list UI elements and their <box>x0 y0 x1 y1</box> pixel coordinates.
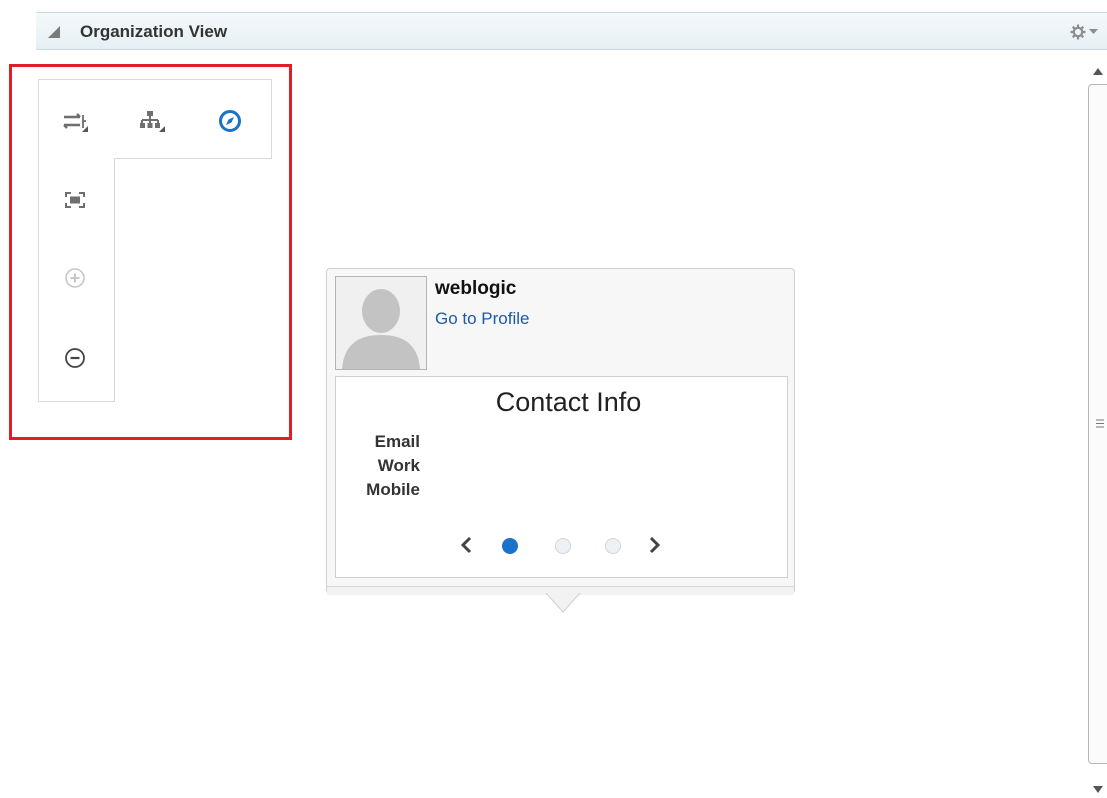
page-dot-2[interactable] <box>555 538 571 554</box>
zoom-out-button[interactable] <box>57 340 93 376</box>
change-layout-icon <box>63 113 88 132</box>
settings-menu-button[interactable] <box>1069 21 1103 43</box>
zoom-in-button[interactable] <box>57 260 93 296</box>
gear-icon <box>1070 24 1086 40</box>
page-dot-1[interactable] <box>502 538 518 554</box>
fit-to-view-icon <box>65 192 85 208</box>
hierarchy-view-button[interactable] <box>134 103 170 139</box>
email-label: Email <box>374 432 420 451</box>
zoom-in-icon <box>65 268 85 288</box>
hierarchy-icon <box>140 111 165 132</box>
panel-header: Organization View <box>36 12 1107 50</box>
work-label: Work <box>377 456 420 475</box>
chevron-right-icon <box>649 536 661 554</box>
contact-info-title: Contact Info <box>495 387 642 417</box>
go-to-profile-link[interactable]: Go to Profile <box>435 309 530 329</box>
scroll-down-arrow-icon[interactable] <box>1093 780 1103 798</box>
avatar[interactable] <box>335 276 427 370</box>
next-page-button[interactable] <box>648 534 662 561</box>
scroll-up-arrow-icon[interactable] <box>1093 62 1103 80</box>
previous-page-button[interactable] <box>459 534 473 561</box>
person-name: weblogic <box>435 278 517 299</box>
compass-icon <box>219 110 241 132</box>
dropdown-arrow-icon <box>1089 29 1098 34</box>
card-pointer <box>545 592 581 618</box>
zoom-out-icon <box>65 348 85 368</box>
navigate-compass-button[interactable] <box>212 103 248 139</box>
user-silhouette-icon <box>336 277 426 369</box>
chevron-left-icon <box>460 536 472 554</box>
change-layout-button[interactable] <box>57 103 93 139</box>
scroll-grip-icon[interactable] <box>1096 415 1104 433</box>
toolbar-divider <box>114 158 272 159</box>
mobile-label: Mobile <box>366 480 420 499</box>
page-dot-3[interactable] <box>605 538 621 554</box>
fit-to-view-button[interactable] <box>57 182 93 218</box>
panel-title: Organization View <box>80 22 228 41</box>
